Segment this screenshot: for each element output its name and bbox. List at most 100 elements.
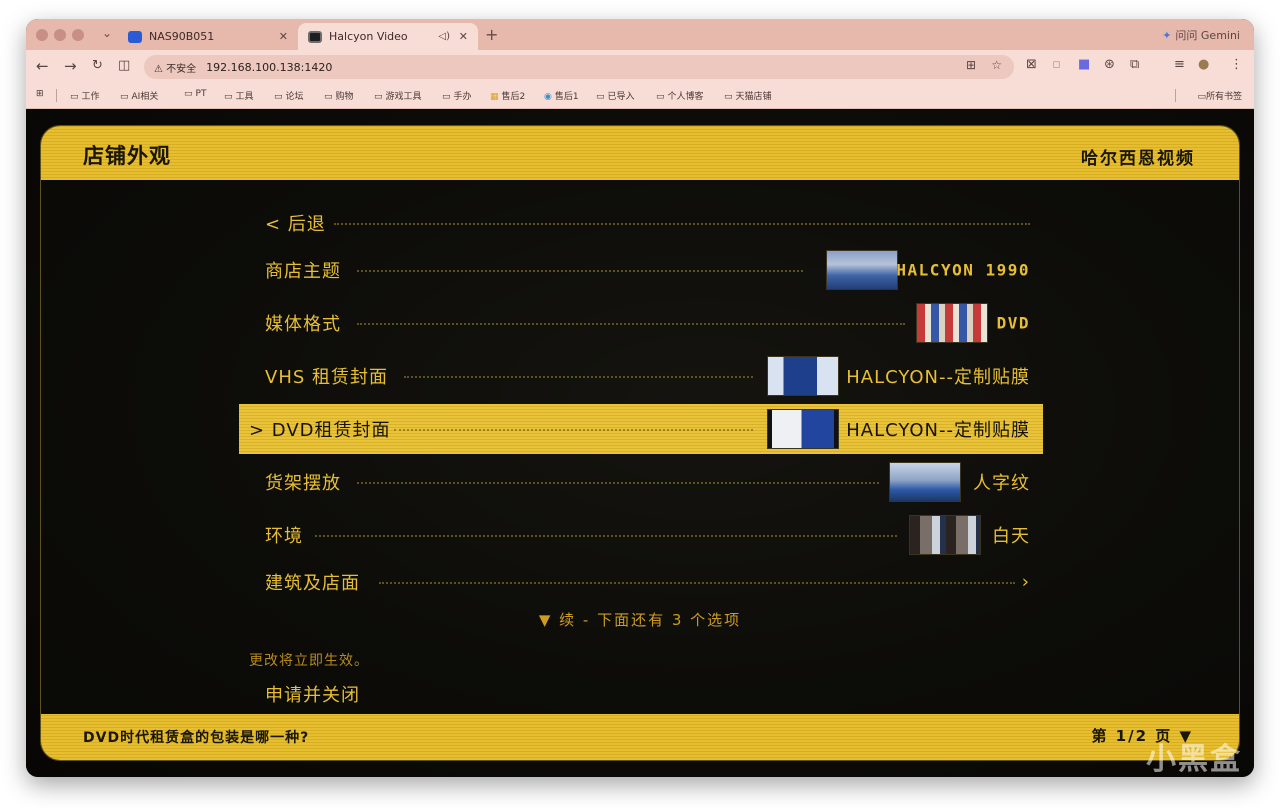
menu-item-media-format[interactable]: 媒体格式 DVD [239, 298, 1043, 348]
all-bookmarks-folder[interactable]: ▭所有书签 [1197, 89, 1242, 102]
close-icon[interactable]: ✕ [459, 30, 468, 43]
extension-icon[interactable]: ⊠ [1026, 57, 1037, 72]
dot-leader [357, 482, 879, 484]
bookmark-folder[interactable]: ▭ 工作 [70, 89, 100, 102]
bookmark-label: 天猫店铺 [735, 92, 772, 102]
menu-item-shelf-layout[interactable]: 货架摆放 人字纹 [239, 457, 1043, 507]
menu-item-dvd-covers[interactable]: > DVD租赁封面 HALCYON--定制贴膜 [239, 404, 1043, 454]
menu-item-value: 白天 [992, 526, 1030, 547]
tab-search-icon[interactable]: ⌄ [102, 26, 112, 40]
browser-toolbar: ← → ↻ ◫ ⚠ 不安全 192.168.100.138:1420 ⊞ ☆ ⊠… [26, 50, 1254, 83]
menu-item-label: 媒体格式 [265, 314, 341, 335]
translate-icon[interactable]: ⊞ [966, 58, 976, 72]
address-bar[interactable]: ⚠ 不安全 192.168.100.138:1420 ⊞ ☆ [144, 55, 1014, 79]
gemini-button[interactable]: ✦ 问问 Gemini [1162, 27, 1240, 43]
bookmark-folder[interactable]: ▭ 工具 [224, 89, 254, 102]
menu-item-vhs-covers[interactable]: VHS 租赁封面 HALCYON--定制贴膜 [239, 351, 1043, 401]
bookmark-folder[interactable]: ▭ 天猫店铺 [724, 89, 772, 102]
gemini-icon: ✦ [1162, 28, 1172, 42]
bookmark-star-icon[interactable]: ☆ [991, 58, 1002, 72]
folder-icon: ▭ [224, 92, 233, 102]
more-options-hint[interactable]: ▼ 续 - 下面还有 3 个选项 [41, 609, 1239, 630]
folder-icon: ▭ [374, 92, 383, 102]
tab-halcyon[interactable]: Halcyon Video ◁) ✕ [298, 23, 478, 50]
bookmark-folder[interactable]: ▭ 购物 [324, 89, 354, 102]
menu-dots-icon[interactable]: ⋮ [1230, 57, 1243, 72]
folder-icon: ▭ [274, 92, 283, 102]
bookmark-folder[interactable]: ▭ PT [184, 89, 206, 99]
folder-icon: ▭ [596, 92, 605, 102]
tab-bar: ⌄ NAS90B051 ✕ Halcyon Video ◁) ✕ + ✦ 问问 … [26, 19, 1254, 50]
store-brand: 哈尔西恩视频 [1081, 149, 1195, 169]
bookmark-label: AI相关 [131, 92, 159, 102]
folder-icon: ▭ [1197, 92, 1206, 102]
back-arrow-icon[interactable]: ← [36, 57, 49, 75]
avatar[interactable]: ● [1198, 57, 1209, 72]
bookmark-link[interactable]: ◉ 售后1 [544, 89, 579, 102]
bookmark-label: 手办 [453, 92, 472, 102]
bookmark-link[interactable]: ▦ 售后2 [490, 89, 525, 102]
maximize-window-button[interactable] [72, 29, 84, 41]
vhs-cover-thumbnail [767, 356, 839, 396]
extension-icon[interactable]: ▫ [1052, 57, 1061, 72]
menu-item-environment[interactable]: 环境 白天 [239, 510, 1043, 560]
dvd-cover-thumbnail [767, 409, 839, 449]
bookmark-folder[interactable]: ▭ 手办 [442, 89, 472, 102]
page-title: 店铺外观 [83, 144, 171, 168]
media-format-thumbnail [916, 303, 988, 343]
bookmark-folder[interactable]: ▭ 论坛 [274, 89, 304, 102]
menu-item-label: VHS 租赁封面 [265, 367, 388, 388]
bookmark-folder[interactable]: ▭ AI相关 [120, 89, 158, 102]
minimize-window-button[interactable] [54, 29, 66, 41]
extensions-puzzle-icon[interactable]: ⧉ [1130, 57, 1139, 72]
menu-item-value: DVD [996, 313, 1030, 333]
nas-favicon-icon [128, 30, 142, 43]
bookmark-folder[interactable]: ▭ 个人博客 [656, 89, 704, 102]
dot-leader [357, 270, 803, 272]
panel-footer: DVD时代租赁盒的包装是哪一种? 第 1/2 页 ▼ [41, 714, 1239, 760]
settings-panel: 店铺外观 哈尔西恩视频 < 后退 商店主题 HALCYON 1990 媒体格式 … [40, 125, 1240, 761]
extension-icon[interactable]: ⊛ [1104, 57, 1115, 72]
forward-arrow-icon[interactable]: → [64, 57, 77, 75]
bookmark-separator [56, 89, 57, 102]
url-text: 192.168.100.138:1420 [206, 60, 333, 74]
menu-item-store-theme[interactable]: 商店主题 HALCYON 1990 [239, 245, 1043, 295]
folder-icon: ▭ [120, 92, 129, 102]
dot-leader [404, 376, 753, 378]
audio-icon[interactable]: ◁) [438, 31, 450, 42]
tab-nas[interactable]: NAS90B051 ✕ [118, 23, 298, 50]
game-viewport: 店铺外观 哈尔西恩视频 < 后退 商店主题 HALCYON 1990 媒体格式 … [26, 109, 1254, 777]
close-icon[interactable]: ✕ [279, 30, 288, 43]
reading-list-icon[interactable]: ≡ [1174, 57, 1185, 72]
menu-item-building[interactable]: 建筑及店面 › [239, 557, 1043, 607]
dot-leader [315, 535, 897, 537]
menu-item-label: 建筑及店面 [265, 573, 360, 594]
bookmark-folder[interactable]: ▭ 已导入 [596, 89, 635, 102]
tab-title: Halcyon Video [329, 30, 408, 43]
security-warning[interactable]: ⚠ 不安全 [154, 60, 196, 75]
store-theme-thumbnail [826, 250, 898, 290]
tab-title: NAS90B051 [149, 30, 215, 43]
close-window-button[interactable] [36, 29, 48, 41]
bookmark-label: 售后1 [554, 92, 579, 102]
new-tab-button[interactable]: + [485, 25, 498, 44]
extension-icon[interactable]: ■ [1078, 57, 1090, 72]
folder-icon: ▭ [70, 92, 79, 102]
sidebar-icon[interactable]: ◫ [118, 58, 130, 73]
menu-item-label: 环境 [265, 526, 303, 547]
apps-grid-icon[interactable]: ⊞ [36, 89, 44, 99]
shelf-layout-thumbnail [889, 462, 961, 502]
panel-header: 店铺外观 哈尔西恩视频 [41, 126, 1239, 180]
apply-close-button[interactable]: 申请并关闭 [265, 681, 360, 707]
reload-icon[interactable]: ↻ [92, 58, 103, 73]
menu-item-back[interactable]: < 后退 [239, 198, 1043, 248]
bookmark-folder[interactable]: ▭ 游戏工具 [374, 89, 422, 102]
bookmark-label: 已导入 [607, 92, 635, 102]
menu-item-value: HALCYON--定制贴膜 [846, 420, 1030, 441]
menu-item-value: HALCYON 1990 [896, 260, 1030, 280]
dot-leader [379, 582, 1015, 584]
bookmark-label: PT [195, 89, 207, 99]
dot-leader [334, 223, 1030, 225]
menu-item-value: HALCYON--定制贴膜 [846, 367, 1030, 388]
bookmark-label: 所有书签 [1205, 92, 1242, 102]
